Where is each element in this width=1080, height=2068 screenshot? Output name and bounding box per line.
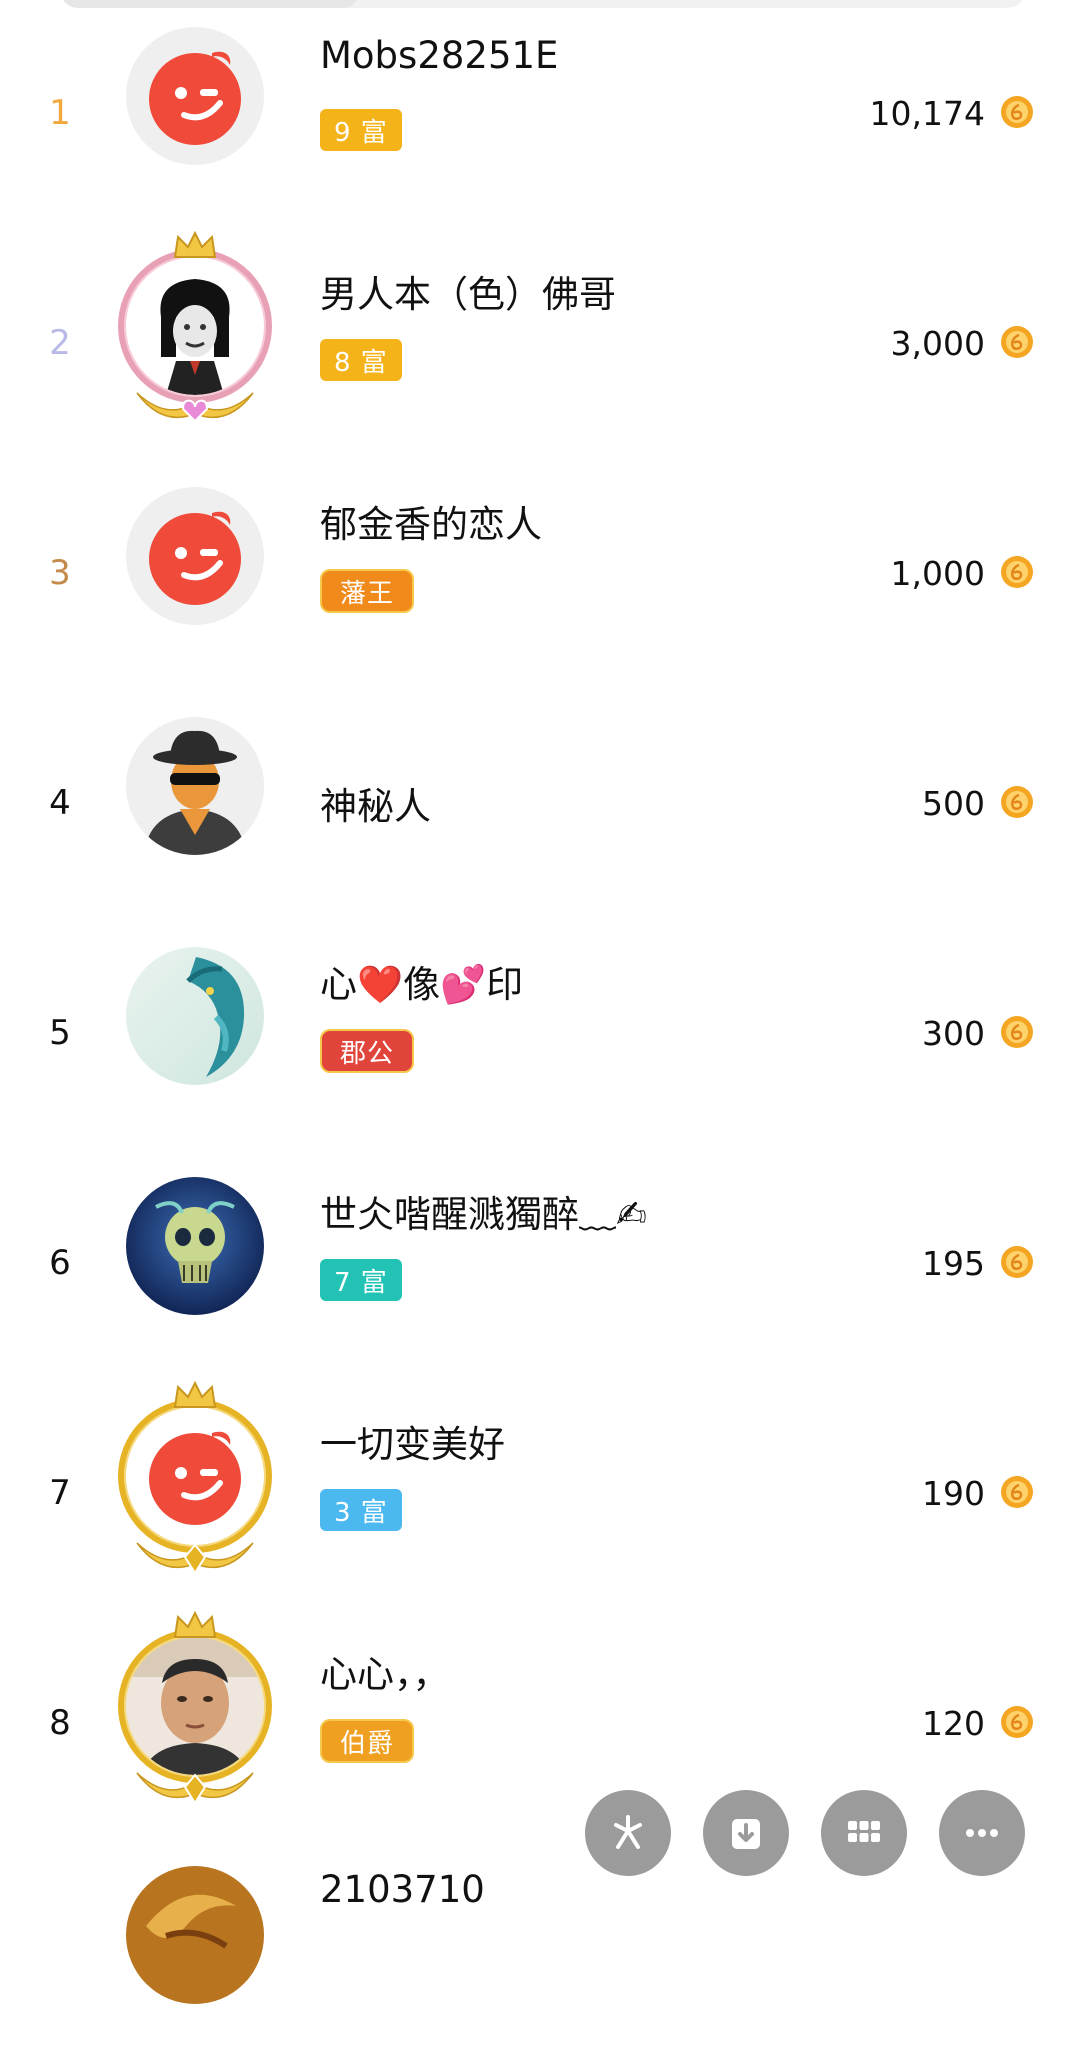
score-value: 500 <box>922 783 985 823</box>
user-name[interactable]: 心心，， <box>320 1644 450 1698</box>
coin-icon <box>1001 556 1033 588</box>
ranking-list: 1 Mobs28251E 9 富 10,174 2 男人本（色）佛哥 8 富 3… <box>0 0 1080 2004</box>
avatar[interactable] <box>126 947 264 1085</box>
score-value: 190 <box>922 1473 985 1513</box>
weibo-logo-avatar <box>126 27 264 165</box>
sparkle-icon <box>614 1815 642 1849</box>
user-name[interactable]: 神秘人 <box>320 688 431 918</box>
avatar-frame <box>118 249 272 403</box>
rank-number: 5 <box>49 1013 71 1053</box>
rank-number: 6 <box>49 1243 71 1283</box>
crown-icon <box>173 1611 217 1638</box>
user-name[interactable]: 一切变美好 <box>320 1414 505 1468</box>
list-item[interactable]: 1 Mobs28251E 9 富 10,174 <box>0 0 1080 228</box>
user-name[interactable]: 心❤️像💕印 <box>320 954 523 1008</box>
download-button[interactable] <box>703 1790 789 1876</box>
score-value: 1,000 <box>890 553 985 593</box>
avatar-frame <box>118 1629 272 1783</box>
mystery-man-icon <box>126 717 264 855</box>
coin-icon <box>1001 326 1033 358</box>
download-icon <box>732 1819 760 1849</box>
user-name[interactable]: 世仌喈醒溅獨醉﹏✍ <box>320 1184 647 1238</box>
grid-button[interactable] <box>821 1790 907 1876</box>
coin-icon <box>1001 1476 1033 1508</box>
user-name[interactable]: Mobs28251E <box>320 34 558 77</box>
dragon-icon <box>126 947 264 1085</box>
weibo-logo-icon <box>149 51 241 145</box>
list-item[interactable]: 3 郁金香的恋人 藩王 1,000 <box>0 458 1080 688</box>
wing-heart-icon <box>136 392 254 423</box>
wing-emblem-icon <box>136 1772 254 1805</box>
avatar[interactable] <box>126 1866 264 2004</box>
user-name[interactable]: 男人本（色）佛哥 <box>320 264 616 318</box>
list-item[interactable]: 7 一切变美好 3 富 190 <box>0 1378 1080 1608</box>
floating-action-bar <box>585 1790 1027 1876</box>
score-value: 300 <box>922 1013 985 1053</box>
skull-icon <box>126 1177 264 1315</box>
weibo-logo-avatar <box>126 487 264 625</box>
rank-number <box>48 1838 72 2068</box>
avatar[interactable] <box>118 231 272 423</box>
crown-icon <box>173 231 217 258</box>
avatar[interactable] <box>118 1611 272 1805</box>
score-value: 195 <box>922 1243 985 1283</box>
mystery-man-avatar <box>126 717 264 855</box>
rank-number: 2 <box>49 323 71 363</box>
avatar[interactable] <box>126 1177 264 1315</box>
user-name[interactable]: 2103710 <box>320 1868 485 1911</box>
avatar[interactable] <box>126 487 264 625</box>
avatar-frame <box>118 1399 272 1553</box>
score-value: 10,174 <box>869 93 985 133</box>
user-name[interactable]: 郁金香的恋人 <box>320 494 542 548</box>
share-button[interactable] <box>585 1790 671 1876</box>
wing-emblem-icon <box>136 1542 254 1575</box>
skull-avatar <box>126 1177 264 1315</box>
noble-badge: 藩王 <box>320 569 415 613</box>
rank-number: 3 <box>49 553 71 593</box>
wealth-badge: 9 富 <box>320 109 402 151</box>
coin-icon <box>1001 96 1033 128</box>
coin-icon <box>1001 1706 1033 1738</box>
rank-number: 8 <box>49 1703 71 1743</box>
list-item[interactable]: 4 神秘人 500 <box>0 688 1080 918</box>
more-dots-icon <box>966 1829 998 1837</box>
dragon-avatar <box>126 947 264 1085</box>
noble-badge: 郡公 <box>320 1029 415 1073</box>
dragon-gold-avatar <box>126 1866 264 2004</box>
noble-badge: 伯爵 <box>320 1719 415 1763</box>
list-item[interactable]: 2 男人本（色）佛哥 8 富 3,000 <box>0 228 1080 458</box>
coin-icon <box>1001 786 1033 818</box>
coin-icon <box>1001 1246 1033 1278</box>
grid-icon <box>848 1821 880 1842</box>
rank-number: 7 <box>49 1473 71 1513</box>
avatar[interactable] <box>126 27 264 165</box>
weibo-logo-icon <box>149 511 241 605</box>
more-button[interactable] <box>939 1790 1025 1876</box>
rank-number: 1 <box>49 93 71 133</box>
avatar[interactable] <box>118 1381 272 1575</box>
gold-dragon-icon <box>126 1866 264 2004</box>
coin-icon <box>1001 1016 1033 1048</box>
rank-number: 4 <box>49 783 71 823</box>
wealth-badge: 7 富 <box>320 1259 402 1301</box>
avatar[interactable] <box>126 717 264 855</box>
wealth-badge: 3 富 <box>320 1489 402 1531</box>
list-item[interactable]: 6 世仌喈醒溅獨醉﹏✍ 7 富 195 <box>0 1148 1080 1378</box>
crown-icon <box>173 1381 217 1408</box>
score-value: 3,000 <box>890 323 985 363</box>
list-item[interactable]: 5 心❤️像💕印 郡公 300 <box>0 918 1080 1148</box>
wealth-badge: 8 富 <box>320 339 402 381</box>
